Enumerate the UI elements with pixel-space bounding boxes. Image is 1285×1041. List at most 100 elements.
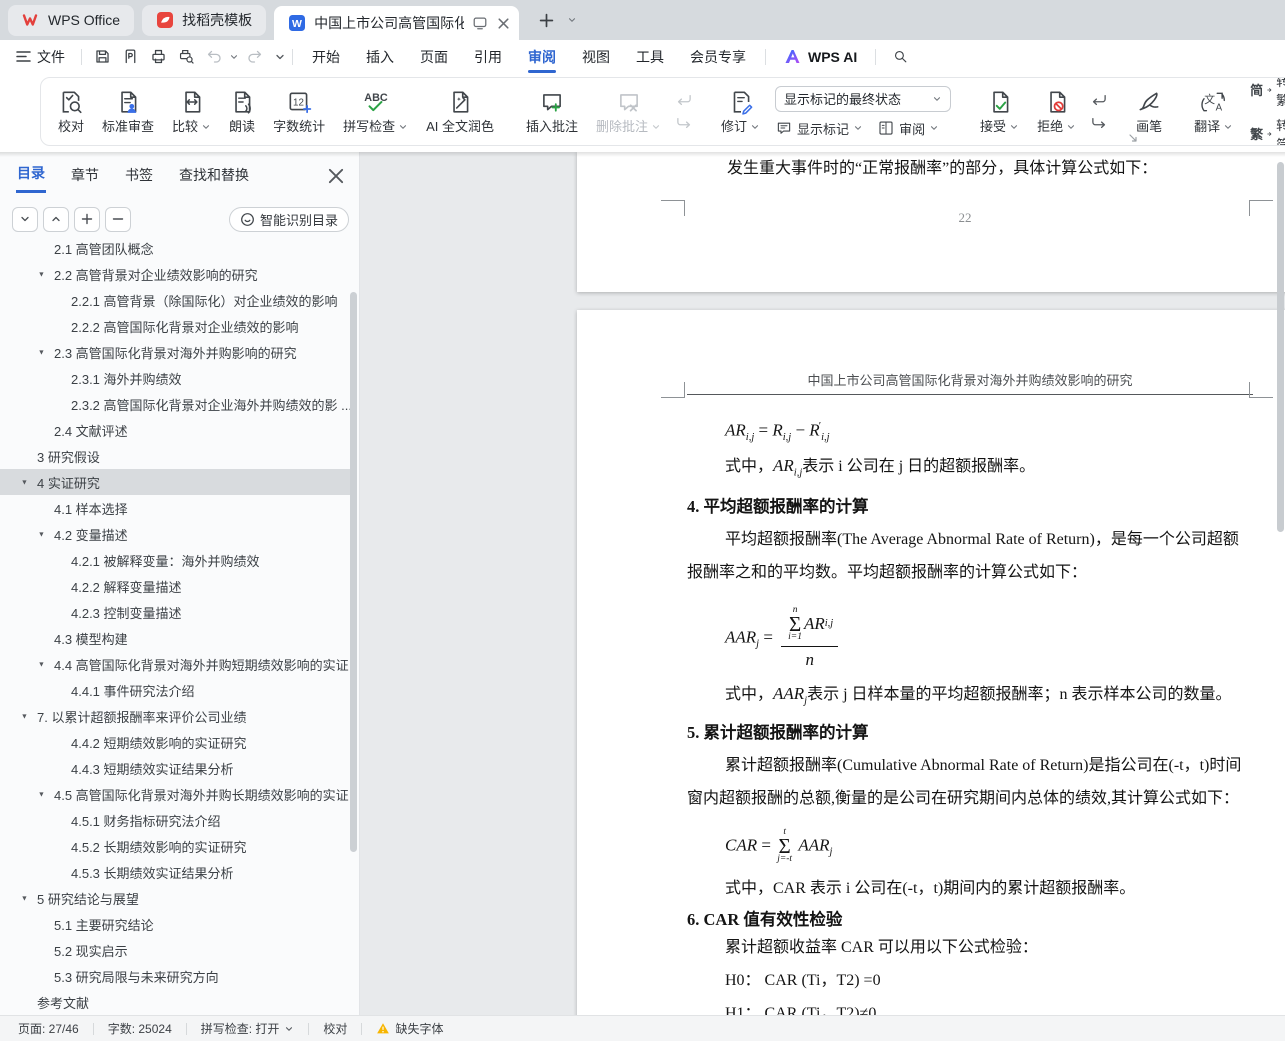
toc-item[interactable]: 4.4 高管国际化背景对海外并购短期绩效影响的实证 ...	[0, 651, 351, 677]
toc-item[interactable]: 4.5.2 长期绩效影响的实证研究	[0, 833, 351, 859]
search-button[interactable]	[886, 45, 914, 69]
toc-item[interactable]: 3 研究假设	[0, 443, 351, 469]
toc-item[interactable]: 2.1 高管团队概念	[0, 235, 351, 261]
proofread-button[interactable]: 校对	[49, 83, 93, 140]
status-spell-check[interactable]: 拼写检查: 打开	[187, 1020, 309, 1037]
menu-item[interactable]: 插入	[353, 40, 407, 73]
redo-button[interactable]	[240, 45, 268, 69]
expand-all-button[interactable]	[43, 206, 69, 232]
toc-item[interactable]: 4.5.1 财务指标研究法介绍	[0, 807, 351, 833]
delete-comment-button[interactable]: 删除批注	[587, 83, 670, 140]
document-status-icon[interactable]	[472, 15, 488, 31]
toc-expand-icon[interactable]	[37, 529, 54, 539]
translate-button[interactable]: 文A 翻译	[1185, 83, 1242, 140]
toc-expand-icon[interactable]	[37, 659, 54, 669]
undo-button[interactable]	[200, 45, 228, 69]
navigation-tab[interactable]: 目录	[16, 159, 46, 193]
toc-item[interactable]: 4.5.3 长期绩效实证结果分析	[0, 859, 351, 885]
document-page-22[interactable]: 中国上市公司高管国际化背景对海外并购绩效影响的研究 ARi,j = Ri,j −…	[577, 310, 1285, 1015]
track-changes-button[interactable]: 修订	[712, 83, 769, 140]
toc-item[interactable]: 5.3 研究局限与未来研究方向	[0, 963, 351, 989]
compare-button[interactable]: 比较	[163, 83, 220, 140]
ink-brush-button[interactable]: 画笔	[1127, 83, 1171, 140]
sidebar-scrollbar[interactable]	[350, 292, 357, 852]
menu-item[interactable]: 视图	[569, 40, 623, 73]
toc-item[interactable]: 4.5 高管国际化背景对海外并购长期绩效影响的实证 ...	[0, 781, 351, 807]
toc-item[interactable]: 4.4.2 短期绩效影响的实证研究	[0, 729, 351, 755]
export-pdf-button[interactable]	[116, 45, 144, 69]
next-comment-icon[interactable]	[675, 116, 693, 130]
document-scrollbar[interactable]	[1277, 162, 1284, 532]
toc-item[interactable]: 5 研究结论与展望	[0, 885, 351, 911]
group-launcher-icon[interactable]	[1128, 133, 1138, 143]
toc-expand-icon[interactable]	[20, 893, 37, 903]
undo-history-caret[interactable]	[228, 52, 240, 62]
toc-item[interactable]: 4.4.3 短期绩效实证结果分析	[0, 755, 351, 781]
navigation-tab[interactable]: 查找和替换	[178, 161, 250, 192]
toc-item[interactable]: 2.3.2 高管国际化背景对企业海外并购绩效的影 ...	[0, 391, 351, 417]
menu-item[interactable]: 引用	[461, 40, 515, 73]
toc-item[interactable]: 2.2.2 高管国际化背景对企业绩效的影响	[0, 313, 351, 339]
toc-item[interactable]: 2.4 文献评述	[0, 417, 351, 443]
toc-expand-icon[interactable]	[20, 477, 37, 487]
insert-comment-button[interactable]: 插入批注	[517, 83, 587, 140]
toc-expand-icon[interactable]	[37, 347, 54, 357]
print-preview-button[interactable]	[172, 45, 200, 69]
toc-item[interactable]: 4.2.1 被解释变量：海外并购绩效	[0, 547, 351, 573]
navigation-tab[interactable]: 章节	[70, 161, 100, 192]
menu-item[interactable]: 审阅	[515, 40, 569, 73]
to-traditional-button[interactable]: 简 转繁	[1250, 78, 1285, 109]
toc-item[interactable]: 2.2.1 高管背景（除国际化）对企业绩效的影响	[0, 287, 351, 313]
toc-item[interactable]: 4.2.3 控制变量描述	[0, 599, 351, 625]
navigation-tab[interactable]: 书签	[124, 161, 154, 192]
document-page-21[interactable]: 发生重大事件时的“正常报酬率”的部分，具体计算公式如下： 22	[577, 152, 1285, 292]
to-simplified-button[interactable]: 繁 转简	[1250, 115, 1285, 146]
smart-toc-button[interactable]: 智能识别目录	[228, 206, 349, 232]
print-button[interactable]	[144, 45, 172, 69]
file-menu[interactable]: 文件	[0, 47, 75, 67]
toc-item[interactable]: 7. 以累计超额报酬率来评价公司业绩	[0, 703, 351, 729]
spell-check-button[interactable]: ABC 拼写检查	[334, 83, 417, 140]
zoom-out-button[interactable]	[105, 206, 131, 232]
menu-item[interactable]: 页面	[407, 40, 461, 73]
toc-expand-icon[interactable]	[20, 711, 37, 721]
status-proofread[interactable]: 校对	[309, 1020, 361, 1037]
review-pane-button[interactable]: 审阅	[877, 119, 939, 138]
toc-item[interactable]: 5.1 主要研究结论	[0, 911, 351, 937]
toc-item[interactable]: 5.2 现实启示	[0, 937, 351, 963]
close-pane-icon[interactable]	[325, 165, 347, 187]
markup-state-select[interactable]: 显示标记的最终状态	[775, 85, 952, 112]
toc-item[interactable]: 2.3 高管国际化背景对海外并购影响的研究	[0, 339, 351, 365]
previous-change-icon[interactable]	[1090, 93, 1108, 107]
close-icon[interactable]	[496, 16, 511, 31]
tab-docer-templates[interactable]: 找稻壳模板	[142, 4, 267, 36]
quick-access-more-caret[interactable]	[274, 51, 286, 63]
toc-item[interactable]: 参考文献	[0, 989, 351, 1011]
toc-expand-icon[interactable]	[37, 269, 54, 279]
tab-wps-home[interactable]: WPS Office	[8, 4, 135, 36]
standard-review-button[interactable]: 标准审查	[93, 83, 163, 140]
toc-item[interactable]: 4.1 样本选择	[0, 495, 351, 521]
collapse-all-button[interactable]	[12, 206, 38, 232]
menu-item[interactable]: 工具	[623, 40, 677, 73]
word-count-button[interactable]: 12 字数统计	[264, 83, 334, 140]
toc-item[interactable]: 4 实证研究	[0, 469, 351, 495]
toc-item[interactable]: 2.2 高管背景对企业绩效影响的研究	[0, 261, 351, 287]
read-aloud-button[interactable]: 朗读	[220, 83, 264, 140]
show-markup-button[interactable]: 显示标记	[775, 119, 863, 138]
next-change-icon[interactable]	[1090, 116, 1108, 130]
previous-comment-icon[interactable]	[675, 93, 693, 107]
zoom-in-button[interactable]	[74, 206, 100, 232]
toc-item[interactable]: 4.4.1 事件研究法介绍	[0, 677, 351, 703]
toc-item[interactable]: 2.3.1 海外并购绩效	[0, 365, 351, 391]
tab-document[interactable]: W 中国上市公司高管国际化背景	[274, 6, 520, 40]
status-missing-font[interactable]: 缺失字体	[362, 1020, 457, 1037]
menu-item[interactable]: 会员专享	[677, 40, 759, 73]
status-word-count[interactable]: 字数: 25024	[94, 1020, 186, 1037]
ai-polish-button[interactable]: AI 全文润色	[417, 83, 503, 140]
toc-item[interactable]: 4.2.2 解释变量描述	[0, 573, 351, 599]
toc-expand-icon[interactable]	[37, 789, 54, 799]
reject-button[interactable]: 拒绝	[1028, 83, 1085, 140]
toc-item[interactable]: 4.2 变量描述	[0, 521, 351, 547]
toc-item[interactable]: 4.3 模型构建	[0, 625, 351, 651]
